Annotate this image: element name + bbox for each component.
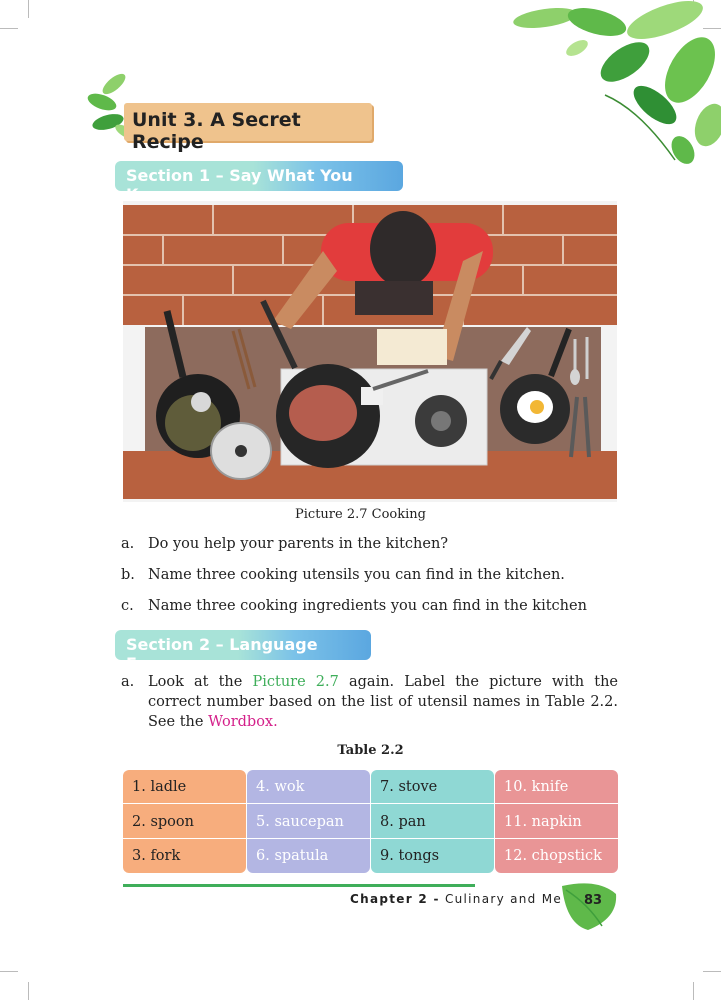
section-2-header: Section 2 – Language Focus	[115, 630, 371, 673]
table-column: 10. knife 11. napkin 12. chopstick	[495, 770, 618, 873]
table-column: 7. stove 8. pan 9. tongs	[371, 770, 494, 873]
chapter-name: Culinary and Me	[439, 892, 563, 906]
unit-title: Unit 3. A Secret Recipe	[132, 109, 301, 153]
question-text: Do you help your parents in the kitchen?	[148, 536, 449, 552]
instruction-label: a.	[121, 674, 135, 690]
chapter-label: Chapter 2 -	[350, 892, 440, 906]
question-label: a.	[121, 536, 135, 552]
crop-mark	[693, 982, 694, 1000]
question-c: c. Name three cooking ingredients you can…	[121, 598, 587, 614]
instruction-text: Look at the	[148, 674, 253, 690]
crop-mark	[28, 982, 29, 1000]
table-cell: 9. tongs	[380, 848, 440, 864]
table-cell: 3. fork	[132, 848, 181, 864]
table-column: 4. wok 5. saucepan 6. spatula	[247, 770, 370, 873]
table-cell: 12. chopstick	[504, 848, 602, 864]
instruction-a: a. Look at the Picture 2.7 again. Label …	[121, 672, 618, 732]
question-label: b.	[121, 567, 135, 583]
question-label: c.	[121, 598, 134, 614]
table-cell: 6. spatula	[256, 848, 329, 864]
picture-reference-link[interactable]: Picture 2.7	[252, 674, 338, 690]
question-a: a. Do you help your parents in the kitche…	[121, 536, 448, 552]
chapter-footer: Chapter 2 - Culinary and Me	[350, 892, 562, 906]
leaves-decoration	[513, 1, 721, 164]
table-cell: 2. spoon	[123, 805, 246, 839]
cooking-illustration	[123, 201, 617, 502]
table-title: Table 2.2	[337, 743, 404, 758]
table-cell: 11. napkin	[495, 805, 618, 839]
crop-mark	[28, 0, 29, 18]
question-text: Name three cooking ingredients you can f…	[148, 598, 587, 614]
section-2-title: Section 2 – Language Focus	[126, 635, 318, 673]
section-1-title: Section 1 – Say What You Know	[126, 166, 353, 204]
table-column: 1. ladle 2. spoon 3. fork	[123, 770, 246, 873]
picture-caption: Picture 2.7 Cooking	[295, 507, 426, 522]
table-cell: 1. ladle	[123, 770, 246, 804]
question-text: Name three cooking utensils you can find…	[148, 567, 565, 583]
crop-mark	[0, 971, 18, 972]
question-b: b. Name three cooking utensils you can fi…	[121, 567, 565, 583]
table-cell: 4. wok	[247, 770, 370, 804]
wordbox-reference-link[interactable]: Wordbox.	[208, 714, 278, 730]
table-cell: 5. saucepan	[247, 805, 370, 839]
unit-title-banner: Unit 3. A Secret Recipe	[124, 103, 372, 153]
table-cell: 8. pan	[371, 805, 494, 839]
page-number: 83	[584, 893, 603, 908]
section-1-header: Section 1 – Say What You Know	[115, 161, 403, 204]
crop-mark	[703, 971, 721, 972]
instruction-body: Look at the Picture 2.7 again. Label the…	[148, 672, 618, 732]
table-cell: 7. stove	[371, 770, 494, 804]
footer-divider	[123, 884, 475, 887]
crop-mark	[0, 28, 18, 29]
utensil-table: 1. ladle 2. spoon 3. fork 4. wok 5. sauc…	[123, 770, 618, 873]
table-cell: 10. knife	[495, 770, 618, 804]
